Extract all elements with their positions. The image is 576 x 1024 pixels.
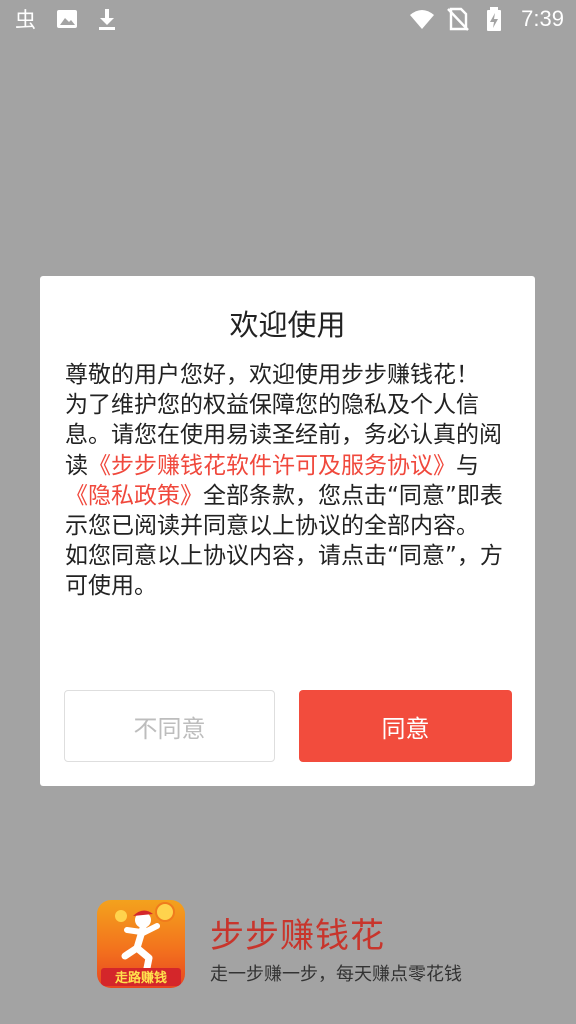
- status-time: 7:39: [521, 6, 564, 31]
- status-bar: 虫 7:39: [0, 0, 576, 40]
- no-sim-icon: [445, 6, 471, 32]
- privacy-policy-link[interactable]: 《隐私政策》: [65, 483, 203, 509]
- status-bar-left: 虫: [14, 6, 120, 32]
- app-slogan: 走一步赚一步，每天赚点零花钱: [210, 964, 462, 985]
- download-icon: [94, 6, 120, 32]
- svg-text:虫: 虫: [15, 8, 36, 32]
- splash-footer: 走路赚钱 步步赚钱花 走一步赚一步，每天赚点零花钱: [0, 896, 576, 996]
- instruction-text: 如您同意以上协议内容，请点击“同意”，方可使用。: [65, 543, 503, 600]
- wifi-icon: [409, 6, 435, 32]
- agree-button[interactable]: 同意: [299, 690, 512, 762]
- battery-charging-icon: [481, 6, 507, 32]
- app-name: 步步赚钱花: [210, 916, 385, 956]
- app-notification-icon: 虫: [14, 6, 40, 32]
- service-agreement-link[interactable]: 《步步赚钱花软件许可及服务协议》: [88, 453, 456, 479]
- image-icon: [54, 6, 80, 32]
- status-bar-right: 7:39: [409, 6, 564, 32]
- privacy-dialog: 欢迎使用 尊敬的用户您好，欢迎使用步步赚钱花！ 为了维护您的权益保障您的隐私及个…: [40, 276, 535, 786]
- logo-text: 走路赚钱: [115, 970, 167, 986]
- greeting-text: 尊敬的用户您好，欢迎使用步步赚钱花！: [65, 362, 479, 388]
- and-text: 与: [456, 452, 479, 479]
- disagree-button[interactable]: 不同意: [64, 690, 275, 762]
- dialog-message: 尊敬的用户您好，欢迎使用步步赚钱花！ 为了维护您的权益保障您的隐私及个人信息。请…: [65, 360, 510, 602]
- app-logo: 走路赚钱: [97, 900, 185, 988]
- dialog-title: 欢迎使用: [229, 308, 346, 342]
